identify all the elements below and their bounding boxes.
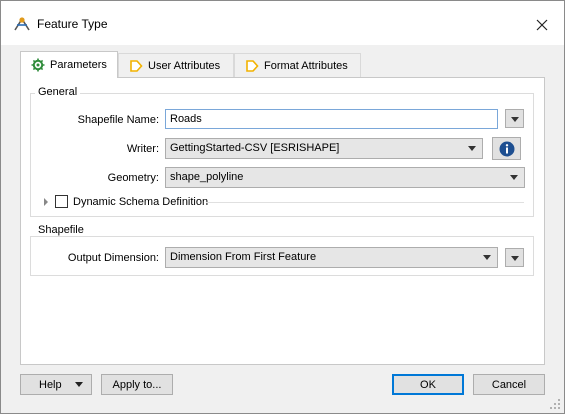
gear-icon [31, 58, 45, 72]
apply-to-label: Apply to... [112, 378, 162, 391]
geometry-select[interactable]: shape_polyline [165, 167, 525, 188]
shapefile-name-label: Shapefile Name: [77, 114, 159, 126]
tab-label: Parameters [50, 59, 107, 71]
cancel-button[interactable]: Cancel [473, 374, 545, 395]
chevron-down-icon [468, 146, 476, 151]
ok-label: OK [420, 378, 436, 391]
writer-info-button[interactable] [492, 137, 521, 160]
output-dimension-menu-button[interactable] [505, 248, 524, 267]
title-bar: Feature Type [1, 1, 564, 45]
expand-arrow-icon[interactable] [44, 198, 48, 206]
resize-grip-icon[interactable] [550, 399, 560, 409]
ok-button[interactable]: OK [392, 374, 464, 395]
shapefile-group-title: Shapefile [35, 224, 87, 236]
geometry-label: Geometry: [107, 172, 159, 184]
dynamic-schema-label: Dynamic Schema Definition [73, 196, 209, 208]
divider [206, 202, 524, 203]
shapefile-name-menu-button[interactable] [505, 109, 524, 128]
shapefile-name-input[interactable]: Roads [165, 109, 498, 129]
tab-label: User Attributes [148, 59, 221, 72]
writer-value: GettingStarted-CSV [ESRISHAPE] [170, 142, 340, 154]
writer-label: Writer: [126, 143, 159, 155]
help-button[interactable]: Help [20, 374, 92, 395]
close-icon [536, 19, 548, 31]
info-icon [499, 141, 514, 156]
output-dimension-select[interactable]: Dimension From First Feature [165, 247, 498, 268]
writer-select[interactable]: GettingStarted-CSV [ESRISHAPE] [165, 138, 483, 159]
output-dimension-label: Output Dimension: [67, 252, 159, 264]
chevron-down-icon [511, 256, 519, 261]
feature-type-dialog: Feature Type Parameters User Attributes [0, 0, 565, 414]
apply-to-button[interactable]: Apply to... [101, 374, 173, 395]
chevron-down-icon [510, 175, 518, 180]
cancel-label: Cancel [491, 378, 527, 391]
tab-user-attributes[interactable]: User Attributes [118, 53, 234, 77]
output-dimension-value: Dimension From First Feature [170, 251, 317, 263]
tab-parameters[interactable]: Parameters [20, 51, 118, 78]
geometry-value: shape_polyline [170, 171, 244, 183]
close-button[interactable] [528, 11, 556, 39]
general-group-title: General [35, 86, 81, 98]
chevron-down-icon [75, 382, 83, 387]
dynamic-schema-checkbox[interactable] [55, 195, 68, 208]
window-title: Feature Type [37, 17, 108, 31]
chevron-down-icon [511, 117, 519, 122]
app-icon [13, 16, 31, 32]
tab-format-attributes[interactable]: Format Attributes [234, 53, 361, 77]
parameters-panel: General Shapefile Name: Roads Writer: Ge… [20, 77, 545, 365]
chevron-down-icon [483, 255, 491, 260]
help-label: Help [39, 378, 62, 391]
tag-arrow-icon [245, 59, 259, 73]
tab-label: Format Attributes [264, 59, 348, 72]
tag-arrow-icon [129, 59, 143, 73]
